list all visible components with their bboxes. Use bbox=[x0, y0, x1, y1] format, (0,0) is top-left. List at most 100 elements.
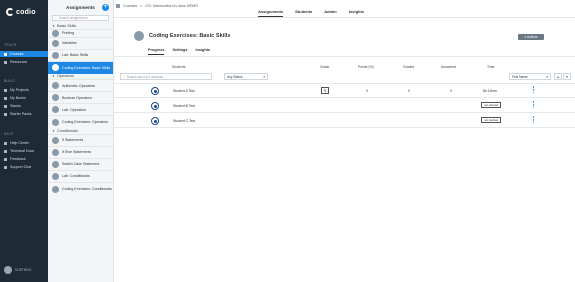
nav-section-help: HELP bbox=[4, 132, 14, 136]
assignment-item[interactable]: If Statements bbox=[48, 133, 113, 146]
chevron-down-icon: ▼ bbox=[52, 23, 55, 28]
assignment-item[interactable]: Switch Case Statement bbox=[48, 157, 113, 170]
assignment-item[interactable]: If Else Statements bbox=[48, 145, 113, 158]
nav-item-my-projects[interactable]: My Projects bbox=[0, 87, 48, 93]
assignment-icon bbox=[52, 136, 59, 144]
search-icon: ⌕ bbox=[123, 74, 125, 79]
assignment-item[interactable]: Lab: Operators bbox=[48, 103, 113, 115]
search-icon: ⌕ bbox=[55, 16, 57, 20]
home-icon[interactable] bbox=[116, 4, 120, 8]
assignment-icon bbox=[52, 82, 59, 89]
page-title: Coding Exercises: Basic Skills bbox=[149, 33, 231, 39]
assignments-header: Assignments + bbox=[48, 0, 113, 14]
user-name: DOETRICK bbox=[15, 268, 32, 272]
more-options-icon[interactable] bbox=[532, 101, 535, 109]
tab-admin[interactable]: Admin bbox=[324, 9, 336, 17]
breadcrumb: Courses > CS: Introduction in Java DEMO bbox=[116, 4, 198, 8]
assignment-subtabs: Progress Settings Insights bbox=[148, 48, 210, 55]
assignment-header: Coding Exercises: Basic Skills bbox=[134, 31, 230, 41]
assignment-icon bbox=[52, 160, 59, 168]
stacks-icon bbox=[4, 104, 7, 108]
complete-toggle-icon[interactable] bbox=[151, 87, 159, 95]
nav-item-technical-docs[interactable]: Technical Docs bbox=[0, 148, 48, 154]
main-content: Coding Exercises: Basic Skills ≡ Actions… bbox=[114, 18, 575, 282]
assignment-icon bbox=[52, 106, 59, 113]
graded-value: 0 bbox=[408, 89, 410, 93]
assignment-icon bbox=[52, 172, 59, 180]
assignment-icon bbox=[52, 94, 59, 101]
actions-button[interactable]: ≡ Actions bbox=[518, 34, 544, 40]
status-filter-select[interactable]: Any Status ▾ bbox=[224, 73, 268, 80]
table-row[interactable]: Student A Test ✎ 0 0 0 8h 14min bbox=[114, 84, 575, 98]
assignment-item[interactable]: Lab: Conditionals bbox=[48, 169, 113, 182]
sort-desc-button[interactable]: ▼ bbox=[563, 73, 571, 80]
breadcrumb-course[interactable]: CS: Introduction in Java DEMO bbox=[145, 4, 198, 8]
assignment-item[interactable]: Lab: Basic Skills bbox=[48, 48, 113, 61]
assignment-icon bbox=[52, 148, 59, 156]
nav-section-build: BUILD bbox=[4, 79, 15, 83]
help-icon bbox=[4, 141, 7, 145]
starter-packs-icon bbox=[4, 112, 7, 116]
nav-item-help-center[interactable]: Help Center bbox=[0, 140, 48, 146]
user-menu[interactable]: DOETRICK bbox=[4, 266, 31, 274]
status-badge: not started bbox=[481, 117, 502, 123]
student-search-input[interactable]: ⌕ Search among 3 students bbox=[120, 73, 212, 80]
breadcrumb-courses[interactable]: Courses bbox=[123, 4, 137, 8]
more-options-icon[interactable] bbox=[532, 116, 535, 124]
breadcrumb-separator: > bbox=[140, 4, 143, 8]
nav-item-stacks[interactable]: Stacks bbox=[0, 103, 48, 109]
student-name[interactable]: Student B Test bbox=[173, 104, 195, 108]
courses-icon bbox=[4, 52, 7, 56]
assignment-item[interactable]: Boolean Operators bbox=[48, 91, 113, 103]
student-name[interactable]: Student A Test bbox=[173, 89, 195, 93]
assignment-item-active[interactable]: Coding Exercises: Basic Skills bbox=[48, 60, 113, 74]
tab-insights[interactable]: Insights bbox=[195, 48, 210, 55]
grade-edit-icon[interactable]: ✎ bbox=[321, 87, 329, 94]
assignment-icon bbox=[52, 39, 59, 47]
tab-students[interactable]: Students bbox=[295, 9, 312, 17]
col-students: Students bbox=[172, 65, 186, 69]
assignments-search-input[interactable]: ⌕ Search assignments bbox=[52, 15, 109, 21]
assignment-item[interactable]: Printing bbox=[48, 28, 113, 37]
chat-icon bbox=[4, 165, 7, 169]
sort-asc-button[interactable]: ▲ bbox=[554, 73, 562, 80]
projects-icon bbox=[4, 88, 7, 92]
col-graded: Graded bbox=[403, 65, 415, 69]
arrow-down-icon: ▼ bbox=[565, 74, 569, 79]
assignment-icon bbox=[52, 29, 59, 37]
feedback-icon bbox=[4, 157, 7, 161]
assignment-item[interactable]: Coding Exercises: Conditionals bbox=[48, 181, 113, 196]
tab-insights[interactable]: Insights bbox=[349, 9, 364, 17]
nav-section-teach: TEACH bbox=[4, 43, 17, 47]
col-time: Time bbox=[487, 65, 495, 69]
codio-logo[interactable]: codio bbox=[6, 7, 36, 17]
table-row[interactable]: Student B Test not started bbox=[114, 99, 575, 113]
nav-item-starter-packs[interactable]: Starter Packs bbox=[0, 111, 48, 117]
assignments-title: Assignments bbox=[66, 4, 95, 10]
nav-item-resources[interactable]: Resources bbox=[0, 59, 48, 65]
complete-toggle-icon[interactable] bbox=[151, 102, 159, 110]
books-icon bbox=[4, 96, 7, 100]
assignment-item[interactable]: Variables bbox=[48, 36, 113, 49]
chevron-down-icon: ▾ bbox=[546, 74, 548, 79]
table-row[interactable]: Student C Test not started bbox=[114, 114, 575, 128]
more-options-icon[interactable] bbox=[532, 86, 535, 94]
student-name[interactable]: Student C Test bbox=[173, 119, 195, 123]
sort-select[interactable]: First Name ▾ bbox=[509, 73, 551, 80]
tab-assignments[interactable]: Assignments bbox=[258, 9, 284, 17]
assignment-icon bbox=[52, 51, 59, 59]
nav-item-support-chat[interactable]: Support Chat bbox=[0, 164, 48, 170]
add-assignment-button[interactable]: + bbox=[102, 4, 109, 11]
points-value: 0 bbox=[366, 89, 368, 93]
tab-progress[interactable]: Progress bbox=[148, 48, 165, 55]
tab-settings[interactable]: Settings bbox=[172, 48, 187, 55]
nav-item-courses[interactable]: Courses bbox=[0, 51, 48, 57]
assignment-item[interactable]: Arithmetic Operators bbox=[48, 79, 113, 91]
nav-item-feedback[interactable]: Feedback bbox=[0, 156, 48, 162]
complete-toggle-icon[interactable] bbox=[151, 117, 159, 125]
assignment-icon bbox=[134, 31, 144, 41]
assignment-item[interactable]: Coding Exercises: Operators bbox=[48, 115, 113, 128]
brand-name: codio bbox=[16, 8, 36, 16]
nav-item-my-books[interactable]: My Books bbox=[0, 95, 48, 101]
col-answered: Answered bbox=[441, 65, 457, 69]
